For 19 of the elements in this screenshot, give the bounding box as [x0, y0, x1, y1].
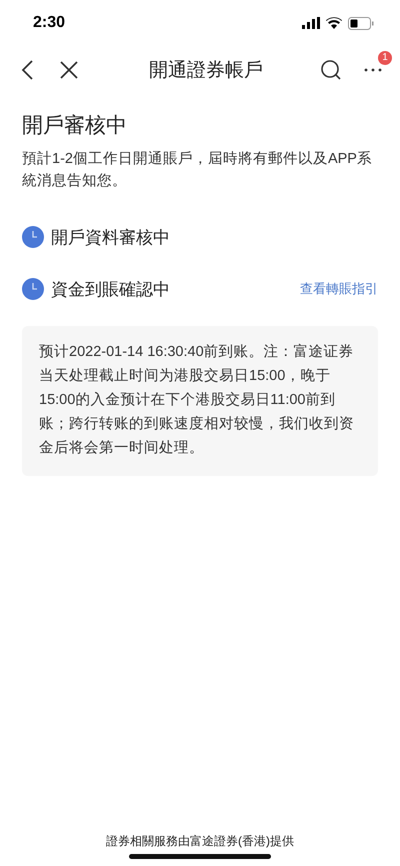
- wifi-icon: [326, 17, 342, 29]
- back-icon: [20, 59, 34, 81]
- clock-icon: [22, 226, 44, 248]
- close-icon: [59, 60, 79, 80]
- more-icon: [364, 68, 382, 72]
- notification-badge: 1: [378, 51, 392, 65]
- battery-icon: [348, 16, 374, 30]
- status-heading: 開戶審核中: [22, 113, 128, 139]
- signal-icon: [302, 17, 320, 29]
- page-title: 開通證券帳戶: [149, 59, 263, 83]
- status-time: 2:30: [33, 14, 66, 32]
- description-text: 預計1-2個工作日開通賬戶，屆時將有郵件以及APP系統消息告知您。: [22, 150, 373, 191]
- footer-text: 證券相關服務由富途證券(香港)提供: [105, 833, 295, 850]
- transfer-guide-link[interactable]: 查看轉賬指引: [300, 280, 378, 298]
- clock-icon: [22, 278, 44, 300]
- search-icon: [320, 59, 342, 81]
- notice-card: 预计2022-01-14 16:30:40前到账。注：富途证券当天处理截止时间为港股交易日15:00，晚于15:00的入金预计在下个港股交易日11:00前到账；跨行转账的到账速度相对较慢，我们收到资金后将会第一时间处理。: [22, 326, 378, 476]
- step-label: 開戶資料審核中: [51, 226, 171, 248]
- step-label: 資金到賬確認中: [51, 278, 171, 300]
